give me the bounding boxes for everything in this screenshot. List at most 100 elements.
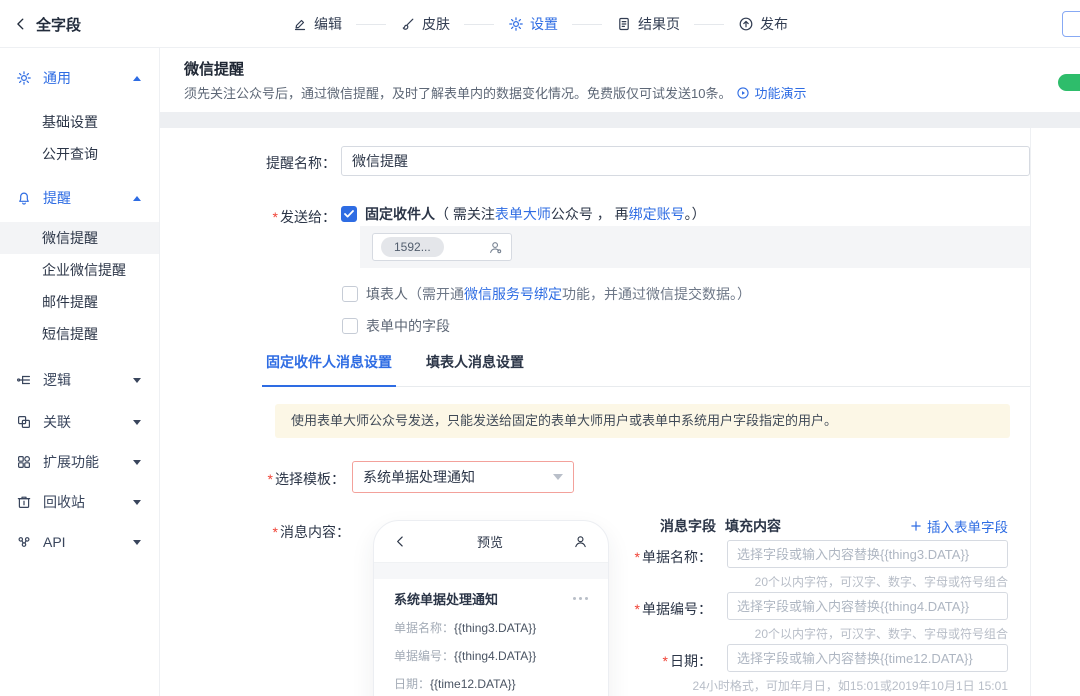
edge-action-button[interactable] <box>1062 11 1080 37</box>
reminder-name-input[interactable] <box>341 146 1030 176</box>
sidebar-group-extensions[interactable]: 扩展功能 <box>0 442 159 482</box>
settings-sidebar: 通用 基础设置 公开查询 提醒 微信提醒 企业微信提醒 邮件提醒 短信提醒 逻辑 <box>0 48 160 696</box>
field-hint: 20个以内字符，可汉字、数字、字母或符号组合 <box>658 625 1008 642</box>
nav-skin-label: 皮肤 <box>422 14 450 34</box>
message-settings-tabs: 固定收件人消息设置 填表人消息设置 <box>262 352 1030 387</box>
sidebar-item-wechat-reminder[interactable]: 微信提醒 <box>0 222 159 254</box>
message-row: 单据名称：{{thing3.DATA}} <box>394 619 588 636</box>
bell-icon <box>16 190 32 206</box>
template-select[interactable]: 系统单据处理通知 <box>352 461 574 493</box>
sidebar-group-label: 通用 <box>43 68 71 88</box>
form-filler-checkbox[interactable] <box>342 286 358 302</box>
field-input-doc-name[interactable] <box>727 540 1008 568</box>
section-divider <box>160 112 1080 128</box>
sidebar-group-reminder[interactable]: 提醒 <box>0 178 159 218</box>
api-icon <box>16 534 32 550</box>
message-row-label: 日期： <box>394 677 430 691</box>
field-input-date[interactable] <box>727 644 1008 672</box>
logic-flow-icon <box>16 372 32 388</box>
expand-arrow-icon <box>133 500 141 505</box>
message-row-value: {{time12.DATA}} <box>430 677 516 691</box>
feature-demo-label: 功能演示 <box>754 83 806 102</box>
phone-nav-title: 预览 <box>477 532 503 551</box>
page-header: 微信提醒 须先关注公众号后，通过微信提醒，及时了解表单内的数据变化情况。免费版仅… <box>160 48 1080 112</box>
edit-icon <box>292 16 308 32</box>
bind-account-link[interactable]: 绑定账号 <box>629 204 685 224</box>
expand-arrow-icon <box>133 420 141 425</box>
nav-edit[interactable]: 编辑 <box>292 14 342 34</box>
sidebar-item-email-reminder[interactable]: 邮件提醒 <box>0 286 159 318</box>
field-hint: 20个以内字符，可汉字、数字、字母或符号组合 <box>658 573 1008 590</box>
sidebar-group-label: 提醒 <box>43 188 71 208</box>
field-input-doc-number[interactable] <box>727 592 1008 620</box>
form-filler-label: 填表人 <box>366 284 408 304</box>
recipient-tag[interactable]: 1592... <box>381 237 444 257</box>
insert-form-field-label: 插入表单字段 <box>927 516 1008 536</box>
play-circle-icon <box>736 86 750 100</box>
send-to-label: 发送给： <box>200 207 336 227</box>
note-text: 功能，并通过微信提交数据。） <box>562 284 751 304</box>
page-description: 须先关注公众号后，通过微信提醒，及时了解表单内的数据变化情况。免费版仅可试发送1… <box>184 83 731 102</box>
sidebar-item-wecom-reminder[interactable]: 企业微信提醒 <box>0 254 159 286</box>
sidebar-group-relation[interactable]: 关联 <box>0 402 159 442</box>
sidebar-group-label: API <box>43 534 66 550</box>
expand-arrow-icon <box>133 540 141 545</box>
notice-banner: 使用表单大师公众号发送，只能发送给固定的表单大师用户或表单中系统用户字段指定的用… <box>275 404 1010 438</box>
sidebar-group-general[interactable]: 通用 <box>0 58 159 98</box>
back-button[interactable]: 全字段 <box>14 0 81 48</box>
tab-filler-message[interactable]: 填表人消息设置 <box>422 352 528 386</box>
document-icon <box>616 16 632 32</box>
sidebar-group-label: 关联 <box>43 412 71 432</box>
message-card: 系统单据处理通知 单据名称：{{thing3.DATA}} 单据编号：{{thi… <box>374 579 608 696</box>
sidebar-item-sms-reminder[interactable]: 短信提醒 <box>0 318 159 350</box>
template-selected-value: 系统单据处理通知 <box>363 467 475 487</box>
nav-settings[interactable]: 设置 <box>508 14 558 34</box>
enable-toggle[interactable] <box>1058 74 1080 91</box>
sidebar-group-logic[interactable]: 逻辑 <box>0 360 159 400</box>
content-right-border <box>1030 128 1031 696</box>
sidebar-item-public-query[interactable]: 公开查询 <box>0 138 159 170</box>
sidebar-group-api[interactable]: API <box>0 522 159 562</box>
note-text: 。） <box>685 204 706 224</box>
feature-demo-link[interactable]: 功能演示 <box>736 83 806 102</box>
nav-publish[interactable]: 发布 <box>738 14 788 34</box>
sidebar-group-recycle-bin[interactable]: 回收站 <box>0 482 159 522</box>
template-label: 选择模板： <box>210 469 345 489</box>
sidebar-item-basic-settings[interactable]: 基础设置 <box>0 106 159 138</box>
message-row: 日期：{{time12.DATA}} <box>394 675 588 692</box>
form-title: 全字段 <box>36 14 81 35</box>
form-field-checkbox[interactable] <box>342 318 358 334</box>
message-row: 单据编号：{{thing4.DATA}} <box>394 647 588 664</box>
sidebar-group-label: 逻辑 <box>43 370 71 390</box>
nav-separator <box>694 24 724 25</box>
nav-separator <box>464 24 494 25</box>
tab-fixed-recipient-message[interactable]: 固定收件人消息设置 <box>262 352 396 387</box>
form-filler-option: 填表人 （需开通微信服务号绑定功能，并通过微信提交数据。） <box>342 284 751 304</box>
page-title: 微信提醒 <box>184 58 244 79</box>
chevron-left-icon <box>14 17 28 31</box>
field-label-doc-name: 单据名称： <box>600 547 712 567</box>
note-text: 公众号 ， 再 <box>551 204 629 224</box>
wechat-service-bind-link[interactable]: 微信服务号绑定 <box>464 284 562 304</box>
nav-skin[interactable]: 皮肤 <box>400 14 450 34</box>
nav-publish-label: 发布 <box>760 14 788 34</box>
message-row-label: 单据名称： <box>394 621 454 635</box>
nav-edit-label: 编辑 <box>314 14 342 34</box>
recipient-selector[interactable]: 1592... <box>372 233 512 261</box>
phone-nav-bar: 预览 <box>374 521 608 563</box>
contact-picker-icon[interactable] <box>488 240 503 255</box>
trash-icon <box>16 494 32 510</box>
nav-result-label: 结果页 <box>638 14 680 34</box>
message-card-title: 系统单据处理通知 <box>394 589 498 608</box>
plus-icon <box>910 520 922 532</box>
message-content-label: 消息内容： <box>215 522 350 542</box>
nav-result-page[interactable]: 结果页 <box>616 14 680 34</box>
phone-preview: 预览 系统单据处理通知 单据名称：{{thing3.DATA}} 单据编号：{{… <box>373 520 609 696</box>
fixed-recipient-checkbox[interactable] <box>341 206 357 222</box>
form-field-option: 表单中的字段 <box>342 316 450 336</box>
sidebar-group-label: 扩展功能 <box>43 452 99 472</box>
form-master-link[interactable]: 表单大师 <box>495 204 551 224</box>
insert-form-field-button[interactable]: 插入表单字段 <box>860 516 1008 536</box>
gear-icon <box>508 16 524 32</box>
app-window: 全字段 编辑 皮肤 设置 <box>0 0 1080 696</box>
